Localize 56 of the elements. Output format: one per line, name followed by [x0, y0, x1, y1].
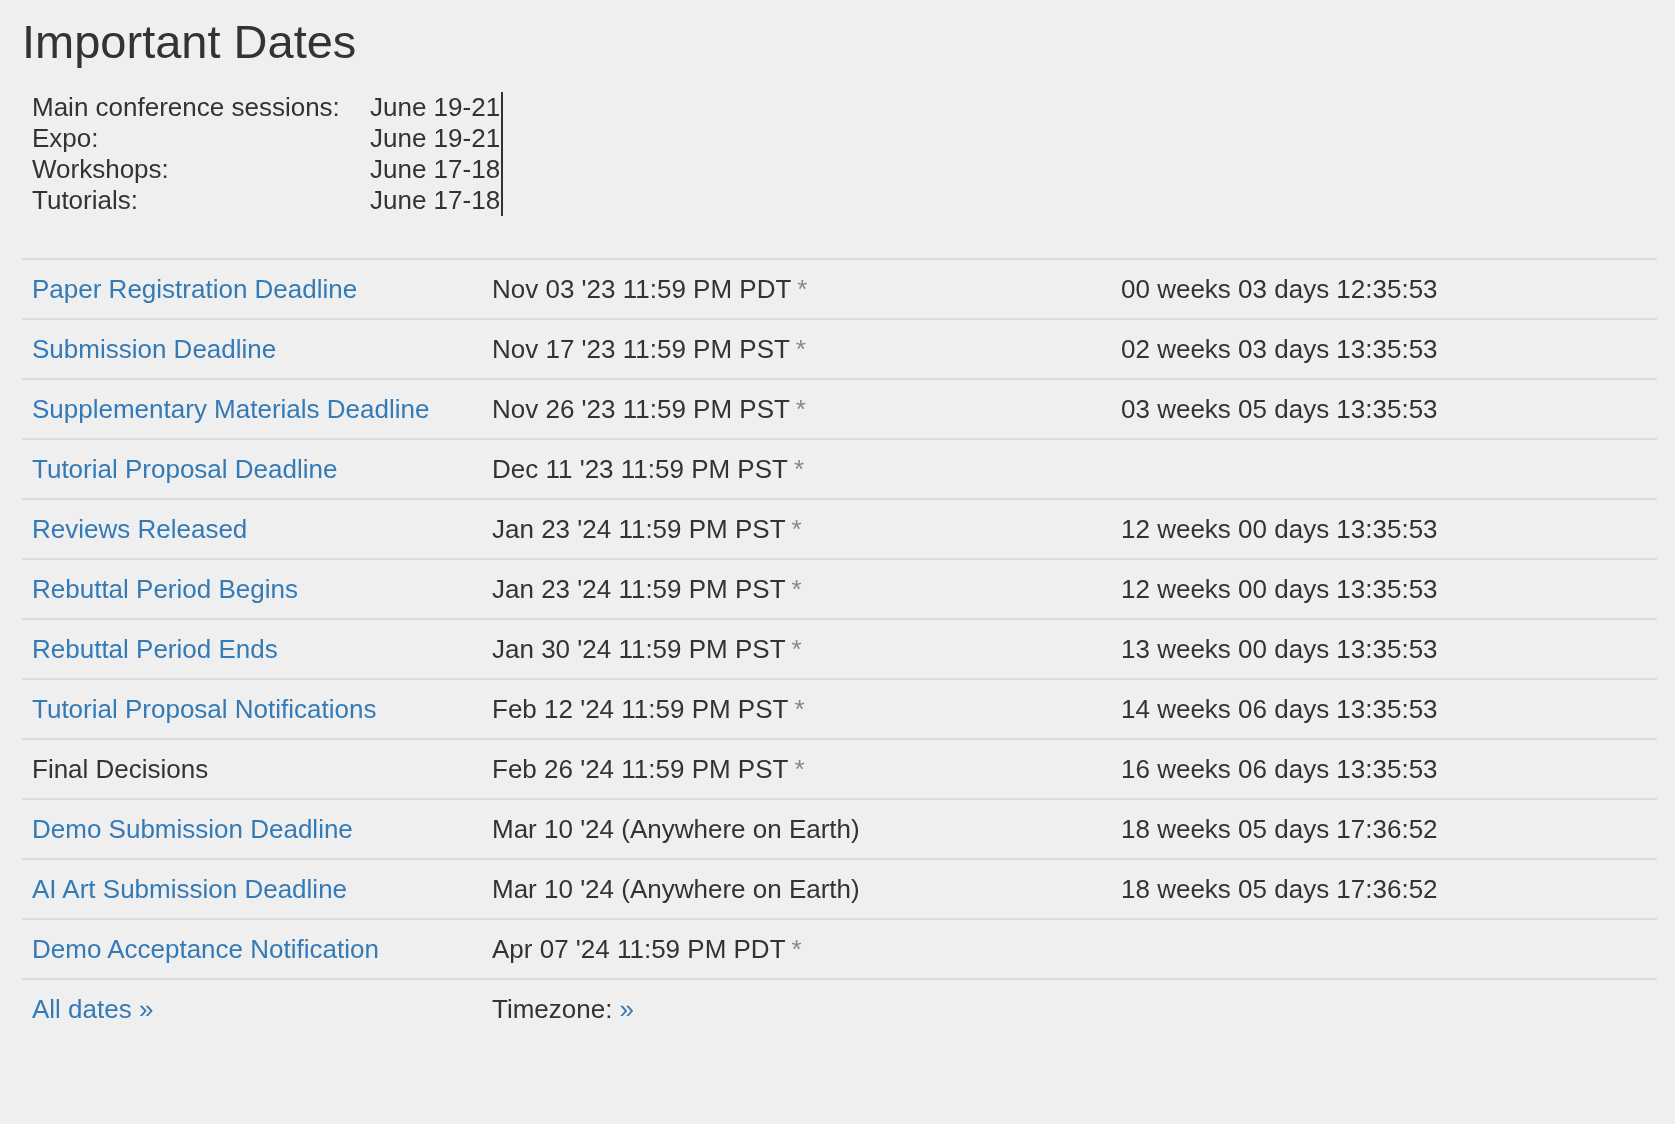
- deadline-link[interactable]: Paper Registration Deadline: [32, 273, 358, 304]
- event-dates: June 17-18: [370, 154, 501, 185]
- deadline-date: Nov 26 '23 11:59 PM PST: [492, 393, 790, 424]
- deadline-link[interactable]: Supplementary Materials Deadline: [32, 393, 430, 424]
- countdown: 12 weeks 00 days 13:35:53: [1121, 513, 1438, 544]
- deadline-link[interactable]: Tutorial Proposal Notifications: [32, 693, 377, 724]
- footnote-mark: *: [795, 333, 806, 364]
- event-dates: June 17-18: [370, 185, 501, 216]
- footnote-mark: *: [791, 633, 802, 664]
- event-dates: June 19-21: [370, 123, 501, 154]
- deadline-date: Jan 23 '24 11:59 PM PST: [492, 513, 786, 544]
- countdown: 00 weeks 03 days 12:35:53: [1121, 273, 1438, 304]
- deadline-date: Nov 03 '23 11:59 PM PDT: [492, 273, 792, 304]
- footnote-mark: *: [791, 573, 802, 604]
- footnote-mark: *: [793, 453, 805, 484]
- event-dates: June 19-21: [370, 92, 501, 123]
- deadline-link[interactable]: Reviews Released: [32, 513, 248, 544]
- deadline-date: Jan 30 '24 11:59 PM PST: [492, 633, 786, 664]
- deadline-date: Mar 10 '24 (Anywhere on Earth): [492, 813, 860, 844]
- footnote-mark: *: [795, 393, 806, 424]
- footnote-mark: *: [791, 933, 802, 964]
- event-label: Main conference sessions:: [32, 92, 341, 124]
- countdown: 02 weeks 03 days 13:35:53: [1121, 333, 1438, 364]
- deadline-link[interactable]: Rebuttal Period Begins: [32, 573, 298, 604]
- countdown: 18 weeks 05 days 17:36:52: [1121, 873, 1438, 904]
- timezone-link[interactable]: »: [619, 993, 634, 1024]
- event-label: Workshops:: [32, 154, 170, 186]
- deadline-name: Final Decisions: [32, 753, 209, 784]
- deadline-date: Dec 11 '23 11:59 PM PST: [492, 453, 788, 484]
- page-title: Important Dates: [22, 14, 358, 70]
- event-label: Expo:: [32, 123, 100, 155]
- deadline-date: Mar 10 '24 (Anywhere on Earth): [492, 873, 860, 904]
- deadline-date: Feb 26 '24 11:59 PM PST: [492, 753, 789, 784]
- countdown: 13 weeks 00 days 13:35:53: [1121, 633, 1438, 664]
- deadline-link[interactable]: Demo Submission Deadline: [32, 813, 353, 844]
- timezone-label: Timezone:: [492, 993, 613, 1024]
- countdown: 12 weeks 00 days 13:35:53: [1121, 573, 1438, 604]
- deadline-link[interactable]: Submission Deadline: [32, 333, 277, 364]
- footnote-mark: *: [791, 513, 802, 544]
- footnote-mark: *: [794, 753, 805, 784]
- deadline-link[interactable]: Tutorial Proposal Deadline: [32, 453, 338, 484]
- countdown: 03 weeks 05 days 13:35:53: [1121, 393, 1438, 424]
- event-label: Tutorials:: [32, 185, 139, 217]
- footnote-mark: *: [797, 273, 808, 304]
- footnote-mark: *: [794, 693, 805, 724]
- deadline-link[interactable]: AI Art Submission Deadline: [32, 873, 348, 904]
- countdown: 18 weeks 05 days 17:36:52: [1121, 813, 1438, 844]
- countdown: 14 weeks 06 days 13:35:53: [1121, 693, 1438, 724]
- all-dates-link[interactable]: All dates »: [32, 993, 154, 1024]
- deadline-link[interactable]: Demo Acceptance Notification: [32, 933, 379, 964]
- deadline-date: Jan 23 '24 11:59 PM PST: [492, 573, 786, 604]
- deadline-date: Nov 17 '23 11:59 PM PST: [492, 333, 790, 364]
- deadline-date: Apr 07 '24 11:59 PM PDT: [492, 933, 786, 964]
- deadline-link[interactable]: Rebuttal Period Ends: [32, 633, 278, 664]
- countdown: 16 weeks 06 days 13:35:53: [1121, 753, 1438, 784]
- deadline-date: Feb 12 '24 11:59 PM PST: [492, 693, 789, 724]
